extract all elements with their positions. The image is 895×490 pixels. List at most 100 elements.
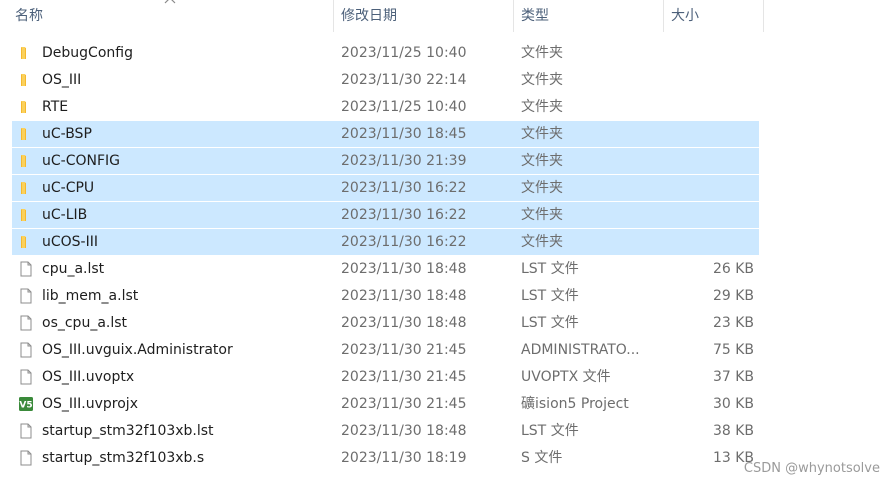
- file-size: 30 KB: [712, 396, 754, 412]
- file-icon: [18, 423, 34, 439]
- file-size: [664, 40, 754, 67]
- file-icon: [18, 450, 34, 466]
- keil-project-icon: V5: [18, 396, 34, 412]
- svg-text:V5: V5: [19, 401, 32, 411]
- file-name: OS_III.uvoptx: [42, 369, 135, 385]
- file-row[interactable]: os_cpu_a.lst 2023/11/30 18:48 LST 文件 23 …: [0, 310, 895, 337]
- file-size: 38 KB: [712, 423, 754, 439]
- file-row[interactable]: OS_III.uvoptx 2023/11/30 21:45 UVOPTX 文件…: [0, 364, 895, 391]
- file-date: 2023/11/30 18:48: [341, 288, 467, 304]
- file-size: 75 KB: [712, 342, 754, 358]
- file-name: uC-BSP: [42, 126, 92, 142]
- file-name: uC-CPU: [42, 180, 95, 196]
- file-size: [664, 229, 754, 256]
- file-size: [664, 67, 754, 94]
- file-date: 2023/11/25 10:40: [341, 99, 467, 115]
- file-type: UVOPTX 文件: [521, 369, 611, 385]
- file-row[interactable]: uC-CONFIG 2023/11/30 21:39 文件夹: [0, 148, 895, 175]
- file-name: uCOS-III: [42, 234, 98, 250]
- file-name: uC-CONFIG: [42, 153, 120, 169]
- file-type: LST 文件: [521, 315, 579, 331]
- file-type: 文件夹: [521, 126, 563, 142]
- folder-icon: [18, 180, 34, 196]
- file-type: 文件夹: [521, 234, 563, 250]
- file-date: 2023/11/30 16:22: [341, 180, 467, 196]
- folder-icon: [18, 207, 34, 223]
- file-row[interactable]: uC-CPU 2023/11/30 16:22 文件夹: [0, 175, 895, 202]
- file-icon: [18, 261, 34, 277]
- file-size: [664, 94, 754, 121]
- column-header-date-label: 修改日期: [341, 8, 397, 24]
- file-name: OS_III.uvprojx: [42, 396, 138, 412]
- file-row[interactable]: uC-LIB 2023/11/30 16:22 文件夹: [0, 202, 895, 229]
- file-date: 2023/11/30 16:22: [341, 234, 467, 250]
- column-header-name[interactable]: 名称: [0, 0, 334, 32]
- file-type: LST 文件: [521, 288, 579, 304]
- file-name: startup_stm32f103xb.lst: [42, 423, 214, 439]
- file-type: 文件夹: [521, 72, 563, 88]
- file-row[interactable]: OS_III 2023/11/30 22:14 文件夹: [0, 67, 895, 94]
- file-explorer: 名称 修改日期 类型 大小 DebugConfig 2023/11/25 10:…: [0, 0, 895, 490]
- file-size: 23 KB: [712, 315, 754, 331]
- file-type: LST 文件: [521, 423, 579, 439]
- file-row[interactable]: uCOS-III 2023/11/30 16:22 文件夹: [0, 229, 895, 256]
- file-type: S 文件: [521, 450, 563, 466]
- file-name: cpu_a.lst: [42, 261, 105, 277]
- file-size: [664, 175, 754, 202]
- file-name: os_cpu_a.lst: [42, 315, 128, 331]
- file-size: [664, 148, 754, 175]
- file-row[interactable]: V5 OS_III.uvprojx 2023/11/30 21:45 礦isio…: [0, 391, 895, 418]
- file-type: 文件夹: [521, 153, 563, 169]
- file-name: OS_III.uvguix.Administrator: [42, 342, 233, 358]
- file-name: DebugConfig: [42, 45, 133, 61]
- file-row[interactable]: uC-BSP 2023/11/30 18:45 文件夹: [0, 121, 895, 148]
- folder-icon: [18, 45, 34, 61]
- folder-icon: [18, 126, 34, 142]
- file-date: 2023/11/30 18:19: [341, 450, 467, 466]
- file-type: 文件夹: [521, 45, 563, 61]
- column-header-type-label: 类型: [521, 8, 549, 24]
- file-row[interactable]: DebugConfig 2023/11/25 10:40 文件夹: [0, 40, 895, 67]
- file-row[interactable]: OS_III.uvguix.Administrator 2023/11/30 2…: [0, 337, 895, 364]
- folder-icon: [18, 153, 34, 169]
- column-header-bar: 名称 修改日期 类型 大小: [0, 0, 895, 32]
- chevron-up-icon: [164, 0, 176, 4]
- file-name: OS_III: [42, 72, 82, 88]
- file-size: 13 KB: [712, 450, 754, 466]
- file-size: 26 KB: [712, 261, 754, 277]
- file-date: 2023/11/30 21:39: [341, 153, 467, 169]
- file-icon: [18, 369, 34, 385]
- file-type: 文件夹: [521, 207, 563, 223]
- file-date: 2023/11/30 21:45: [341, 342, 467, 358]
- file-icon: [18, 315, 34, 331]
- file-size: 29 KB: [712, 288, 754, 304]
- file-date: 2023/11/30 22:14: [341, 72, 467, 88]
- column-header-size-label: 大小: [671, 8, 699, 24]
- file-date: 2023/11/30 18:48: [341, 423, 467, 439]
- column-header-name-label: 名称: [15, 8, 43, 24]
- file-type: 礦ision5 Project: [521, 396, 629, 412]
- file-row[interactable]: startup_stm32f103xb.lst 2023/11/30 18:48…: [0, 418, 895, 445]
- file-icon: [18, 288, 34, 304]
- file-name: lib_mem_a.lst: [42, 288, 139, 304]
- file-type: 文件夹: [521, 180, 563, 196]
- file-name: RTE: [42, 99, 69, 115]
- watermark: CSDN @whynotsolve: [743, 461, 880, 476]
- folder-icon: [18, 234, 34, 250]
- file-date: 2023/11/30 18:48: [341, 315, 467, 331]
- column-header-type[interactable]: 类型: [514, 0, 664, 32]
- file-date: 2023/11/30 21:45: [341, 369, 467, 385]
- file-type: ADMINISTRATO...: [521, 342, 640, 358]
- file-row[interactable]: RTE 2023/11/25 10:40 文件夹: [0, 94, 895, 121]
- folder-icon: [18, 72, 34, 88]
- column-header-date[interactable]: 修改日期: [334, 0, 514, 32]
- file-date: 2023/11/30 18:48: [341, 261, 467, 277]
- file-row[interactable]: cpu_a.lst 2023/11/30 18:48 LST 文件 26 KB: [0, 256, 895, 283]
- file-name: startup_stm32f103xb.s: [42, 450, 205, 466]
- column-header-size[interactable]: 大小: [664, 0, 764, 32]
- file-date: 2023/11/30 16:22: [341, 207, 467, 223]
- file-size: [664, 121, 754, 148]
- file-size: 37 KB: [712, 369, 754, 385]
- file-type: 文件夹: [521, 99, 563, 115]
- file-row[interactable]: lib_mem_a.lst 2023/11/30 18:48 LST 文件 29…: [0, 283, 895, 310]
